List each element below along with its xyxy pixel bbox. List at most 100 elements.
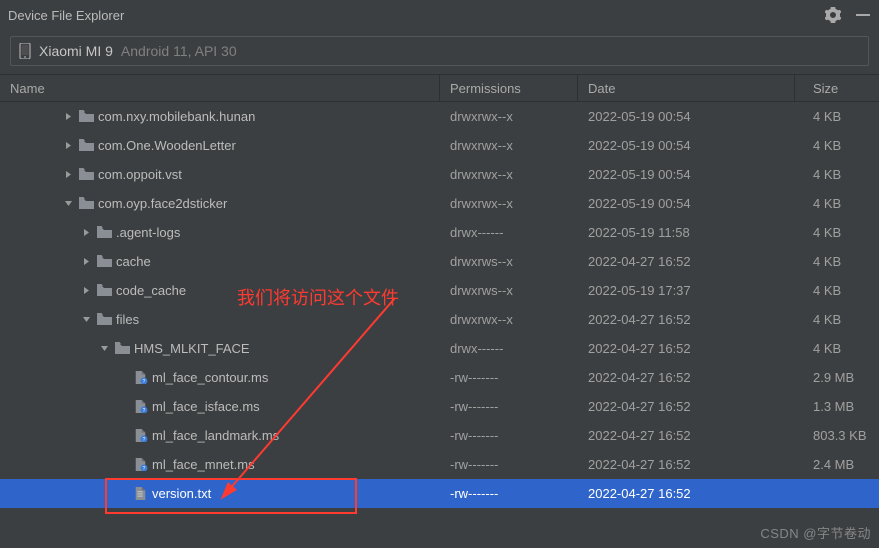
chevron-right-icon[interactable] [80,227,92,239]
cell-name: ?ml_face_contour.ms [0,370,440,386]
table-row[interactable]: HMS_MLKIT_FACEdrwx------2022-04-27 16:52… [0,334,879,363]
cell-size: 4 KB [795,109,879,124]
chevron-down-icon[interactable] [62,198,74,210]
cell-size: 803.3 KB [795,428,879,443]
cell-permissions: drwxrwx--x [440,109,578,124]
cell-date: 2022-04-27 16:52 [578,254,795,269]
table-row[interactable]: ?ml_face_isface.ms-rw-------2022-04-27 1… [0,392,879,421]
cell-name: ? ml_face_mnet.ms [0,457,440,473]
title-actions [825,7,871,23]
minimize-icon[interactable] [855,7,871,23]
folder-icon [96,283,112,299]
cell-permissions: drwxrwx--x [440,167,578,182]
item-label: ml_face_mnet.ms [152,457,255,472]
cell-date: 2022-05-19 11:58 [578,225,795,240]
cell-date: 2022-04-27 16:52 [578,312,795,327]
folder-icon [96,312,112,328]
column-header-date[interactable]: Date [578,75,795,101]
cell-name: .agent-logs [0,225,440,241]
gear-icon[interactable] [825,7,841,23]
table-row[interactable]: code_cachedrwxrws--x2022-05-19 17:374 KB [0,276,879,305]
cell-name: code_cache [0,283,440,299]
cell-name: com.oyp.face2dsticker [0,196,440,212]
item-label: com.oyp.face2dsticker [98,196,227,211]
table-row[interactable]: com.oppoit.vst drwxrwx--x2022-05-19 00:54… [0,160,879,189]
table-row[interactable]: com.One.WoodenLetterdrwxrwx--x2022-05-19… [0,131,879,160]
cell-date: 2022-04-27 16:52 [578,428,795,443]
cell-permissions: drwxrwx--x [440,312,578,327]
chevron-right-icon[interactable] [80,285,92,297]
item-label: files [116,312,139,327]
table-row[interactable]: .agent-logsdrwx------2022-05-19 11:584 K… [0,218,879,247]
tree-toggle-spacer [116,430,128,442]
item-label: code_cache [116,283,186,298]
cell-date: 2022-04-27 16:52 [578,486,795,501]
device-name: Xiaomi MI 9 [39,43,113,59]
folder-icon [78,138,94,154]
table-row[interactable]: ?ml_face_contour.ms-rw-------2022-04-27 … [0,363,879,392]
table-row[interactable]: ? ml_face_landmark.ms -rw-------2022-04-27… [0,421,879,450]
folder-icon [78,167,94,183]
item-label: .agent-logs [116,225,180,240]
folder-icon [114,341,130,357]
cell-size: 4 KB [795,138,879,153]
cell-name: cache [0,254,440,270]
folder-icon [96,254,112,270]
chevron-right-icon[interactable] [80,256,92,268]
cell-name: ? ml_face_isface.ms [0,399,440,415]
item-label: HMS_MLKIT_FACE [134,341,250,356]
table-row[interactable]: files drwxrwx--x2022-04-27 16:524 KB [0,305,879,334]
item-label: com.oppoit.vst [98,167,182,182]
cell-permissions: drwxrwx--x [440,196,578,211]
item-label: com.One.WoodenLetter [98,138,236,153]
cell-size: 4 KB [795,167,879,182]
device-selector[interactable]: Xiaomi MI 9 Android 11, API 30 [10,36,869,66]
file-unknown-icon: ? [132,428,148,444]
cell-permissions: drwxrws--x [440,254,578,269]
cell-date: 2022-05-19 00:54 [578,196,795,211]
cell-size: 2.9 MB [795,370,879,385]
item-label: ml_face_landmark.ms [152,428,279,443]
column-header-size[interactable]: Size [795,75,879,101]
cell-date: 2022-05-19 00:54 [578,109,795,124]
chevron-down-icon[interactable] [98,343,110,355]
tree-toggle-spacer [116,488,128,500]
cell-size: 4 KB [795,312,879,327]
chevron-down-icon[interactable] [80,314,92,326]
file-unknown-icon: ? [132,399,148,415]
table-row[interactable]: ?ml_face_mnet.ms-rw-------2022-04-27 16:… [0,450,879,479]
cell-size: 4 KB [795,341,879,356]
table-row[interactable]: com.oyp.face2dsticker drwxrwx--x2022-05-1… [0,189,879,218]
table-row[interactable]: version.txt-rw-------2022-04-27 16:52 [0,479,879,508]
cell-size: 4 KB [795,196,879,211]
item-label: ml_face_contour.ms [152,370,268,385]
svg-text:?: ? [142,437,145,442]
cell-date: 2022-04-27 16:52 [578,457,795,472]
cell-permissions: -rw------- [440,428,578,443]
folder-icon [78,196,94,212]
cell-name: ? ml_face_landmark.ms [0,428,440,444]
cell-date: 2022-05-19 00:54 [578,167,795,182]
device-subtitle: Android 11, API 30 [121,43,237,59]
file-tree: com.nxy.mobilebank.hunandrwxrwx--x2022-0… [0,102,879,508]
table-row[interactable]: com.nxy.mobilebank.hunandrwxrwx--x2022-0… [0,102,879,131]
chevron-right-icon[interactable] [62,111,74,123]
column-header-name[interactable]: Name [0,75,440,101]
item-label: cache [116,254,151,269]
svg-text:?: ? [142,466,145,471]
cell-size: 4 KB [795,283,879,298]
item-label: ml_face_isface.ms [152,399,260,414]
item-label: version.txt [152,486,211,501]
column-header-permissions[interactable]: Permissions [440,75,578,101]
cell-name: files [0,312,440,328]
chevron-right-icon[interactable] [62,140,74,152]
chevron-right-icon[interactable] [62,169,74,181]
cell-date: 2022-04-27 16:52 [578,370,795,385]
table-row[interactable]: cachedrwxrws--x2022-04-27 16:524 KB [0,247,879,276]
cell-permissions: drwx------ [440,341,578,356]
cell-date: 2022-05-19 17:37 [578,283,795,298]
panel-title: Device File Explorer [8,8,825,23]
watermark: CSDN @字节卷动 [760,523,871,542]
folder-icon [96,225,112,241]
column-headers: Name Permissions Date Size [0,74,879,102]
